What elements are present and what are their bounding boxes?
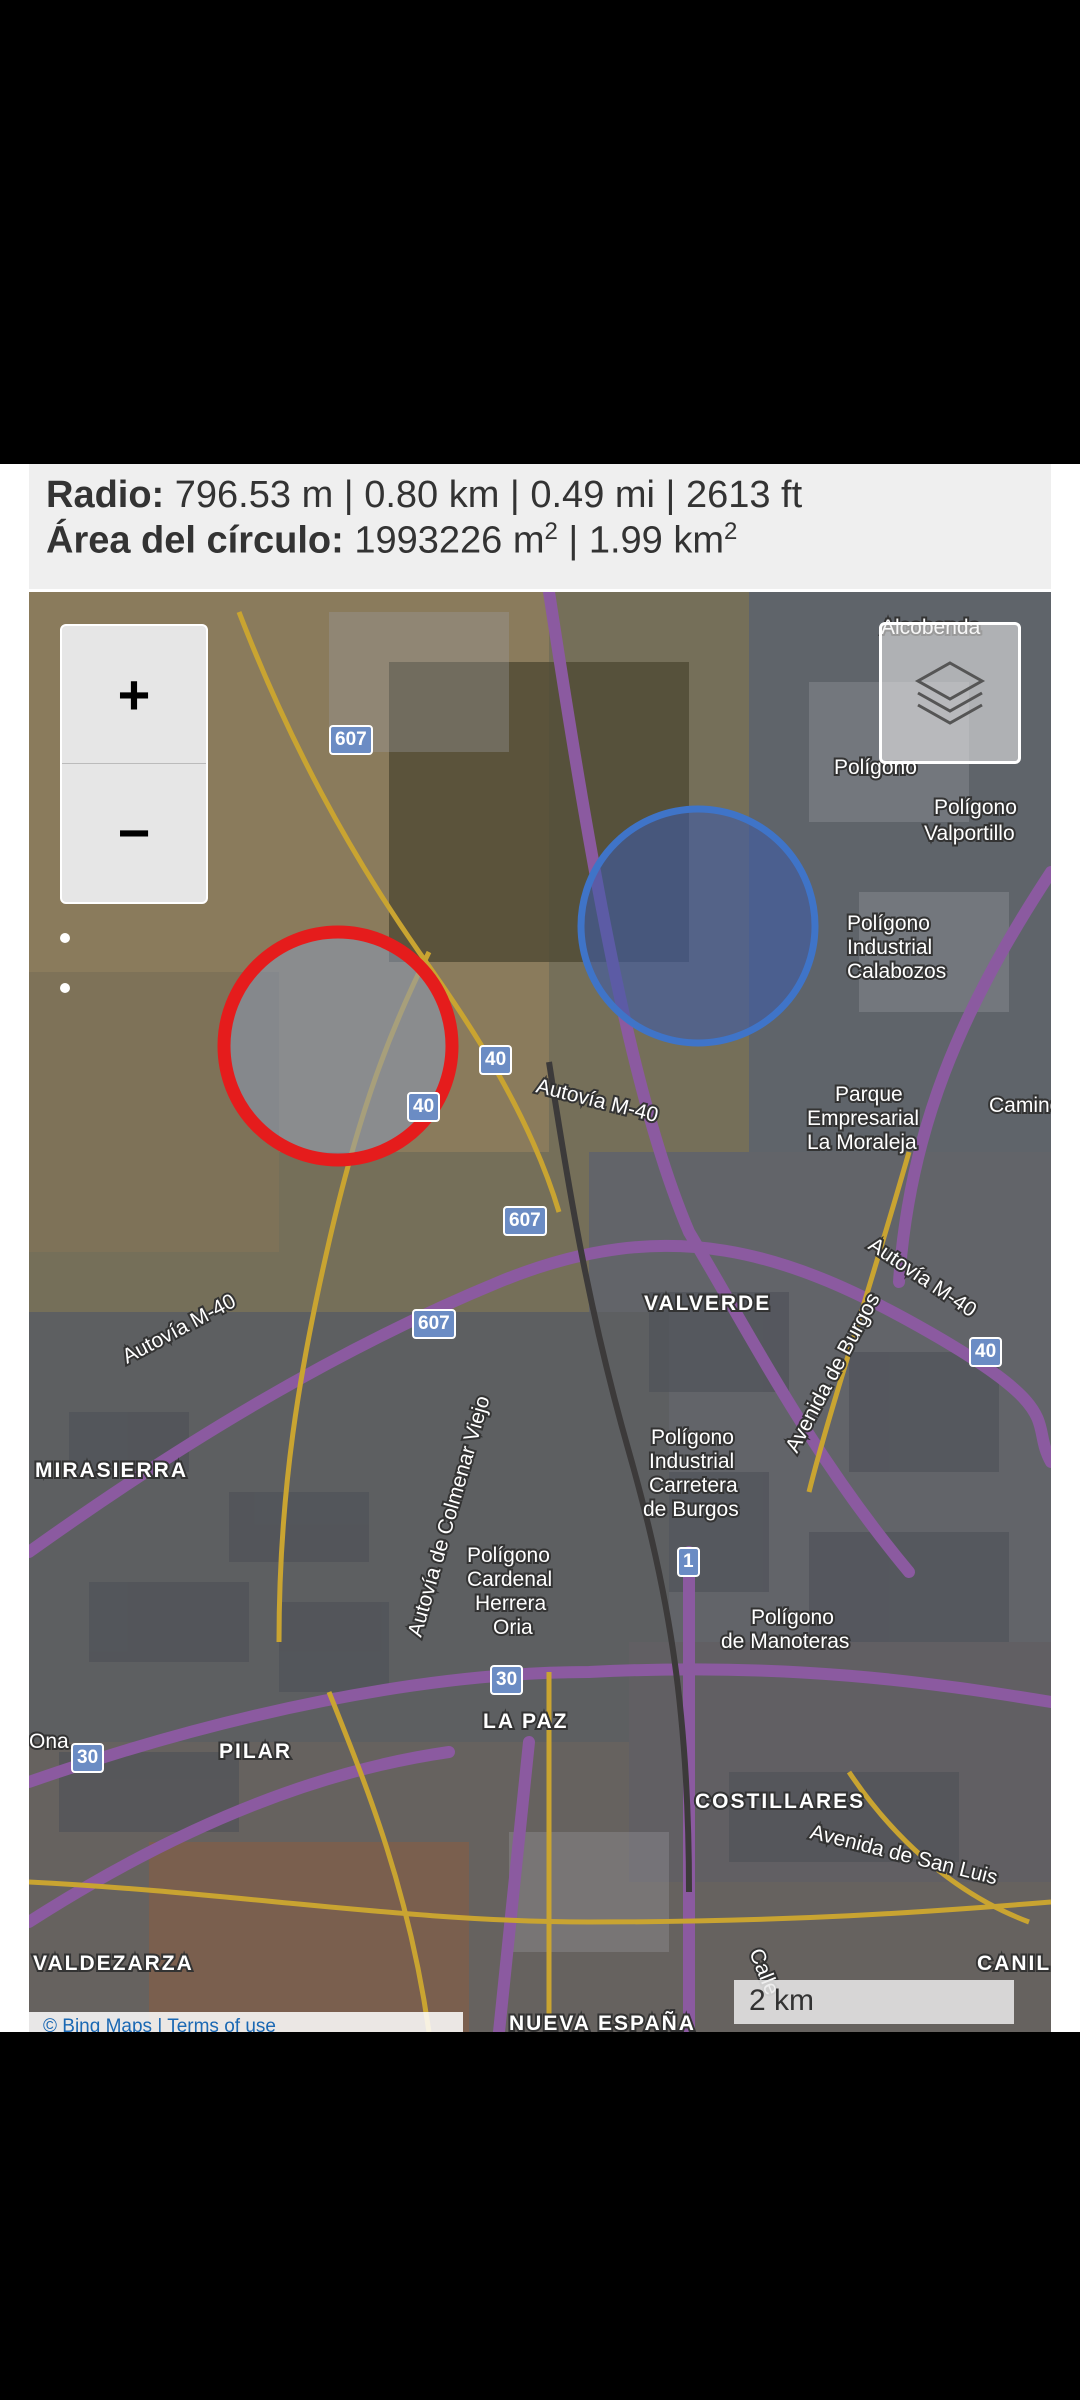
app-content: Radio: 796.53 m | 0.80 km | 0.49 mi | 26…	[0, 464, 1080, 2032]
shield-1: 1	[677, 1547, 700, 1577]
label-canil: CANIL	[977, 1952, 1051, 1975]
label-costillares: COSTILLARES	[695, 1790, 865, 1813]
label-valverde: VALVERDE	[644, 1292, 771, 1315]
shield-607-top: 607	[329, 725, 373, 755]
label-ona: Ona	[29, 1730, 69, 1753]
map-handle-dot	[60, 983, 70, 993]
map-view[interactable]: Alcobenda Polígono Polígono Valportillo …	[29, 592, 1051, 2032]
area-value-km2: | 1.99 km	[557, 519, 725, 562]
label-cardenal-d: Oria	[493, 1616, 533, 1639]
shield-40-b: 40	[407, 1092, 441, 1122]
layers-button[interactable]	[879, 622, 1021, 764]
label-cardenal-c: Herrera	[475, 1592, 547, 1615]
label-manoteras-a: Polígono	[751, 1606, 834, 1629]
shield-40-a: 40	[479, 1045, 513, 1075]
label-carretera-b: Industrial	[649, 1450, 734, 1473]
radius-label: Radio:	[46, 474, 165, 516]
zoom-control: + −	[60, 624, 208, 904]
label-calabozos-c: Calabozos	[847, 960, 946, 983]
label-moraleja-a: Parque	[835, 1083, 903, 1106]
label-pilar: PILAR	[219, 1740, 292, 1763]
label-calabozos-b: Industrial	[847, 936, 932, 959]
shield-607-mid: 607	[503, 1206, 547, 1236]
area-label: Área del círculo:	[46, 519, 344, 562]
label-carretera-d: de Burgos	[643, 1498, 739, 1521]
radius-readout: Radio: 796.53 m | 0.80 km | 0.49 mi | 26…	[46, 474, 802, 517]
label-moraleja-c: La Moraleja	[807, 1131, 917, 1154]
area-readout: Área del círculo: 1993226 m2 | 1.99 km2	[46, 518, 737, 563]
label-carretera-a: Polígono	[651, 1426, 734, 1449]
label-valportillo-b: Valportillo	[924, 822, 1015, 845]
label-mirasierra: MIRASIERRA	[35, 1459, 188, 1482]
shield-30-left: 30	[71, 1743, 105, 1773]
zoom-in-button[interactable]: +	[62, 626, 206, 764]
circle-info-panel: Radio: 796.53 m | 0.80 km | 0.49 mi | 26…	[29, 464, 1051, 589]
scale-label: 2 km	[749, 1984, 815, 2017]
red-circle	[217, 925, 459, 1167]
label-la-paz: LA PAZ	[483, 1710, 569, 1733]
label-camino: Camino	[989, 1094, 1051, 1117]
label-calabozos-a: Polígono	[847, 912, 930, 935]
radius-value: 796.53 m | 0.80 km | 0.49 mi | 2613 ft	[174, 474, 803, 516]
label-carretera-c: Carretera	[649, 1474, 738, 1497]
shield-30-mid: 30	[490, 1665, 524, 1695]
shield-607-low: 607	[412, 1309, 456, 1339]
label-nueva-espana: NUEVA ESPAÑA	[509, 2012, 696, 2032]
layers-icon	[914, 661, 986, 725]
label-moraleja-b: Empresarial	[807, 1107, 919, 1130]
area-value-m2: 1993226 m	[354, 519, 545, 562]
map-handle-dot	[60, 933, 70, 943]
shield-40-right: 40	[969, 1337, 1003, 1367]
area-sup-km2: 2	[724, 518, 738, 545]
label-manoteras-b: de Manoteras	[721, 1630, 849, 1653]
label-valportillo-a: Polígono	[934, 796, 1017, 819]
scale-bar: 2 km	[734, 1980, 1014, 2024]
blue-circle	[577, 805, 819, 1047]
zoom-out-button[interactable]: −	[62, 764, 206, 901]
label-cardenal-a: Polígono	[467, 1544, 550, 1567]
label-cardenal-b: Cardenal	[467, 1568, 552, 1591]
label-valdezarza: VALDEZARZA	[33, 1952, 194, 1975]
map-attribution[interactable]: © Bing Maps | Terms of use	[29, 2012, 463, 2032]
area-sup-m2: 2	[544, 518, 558, 545]
